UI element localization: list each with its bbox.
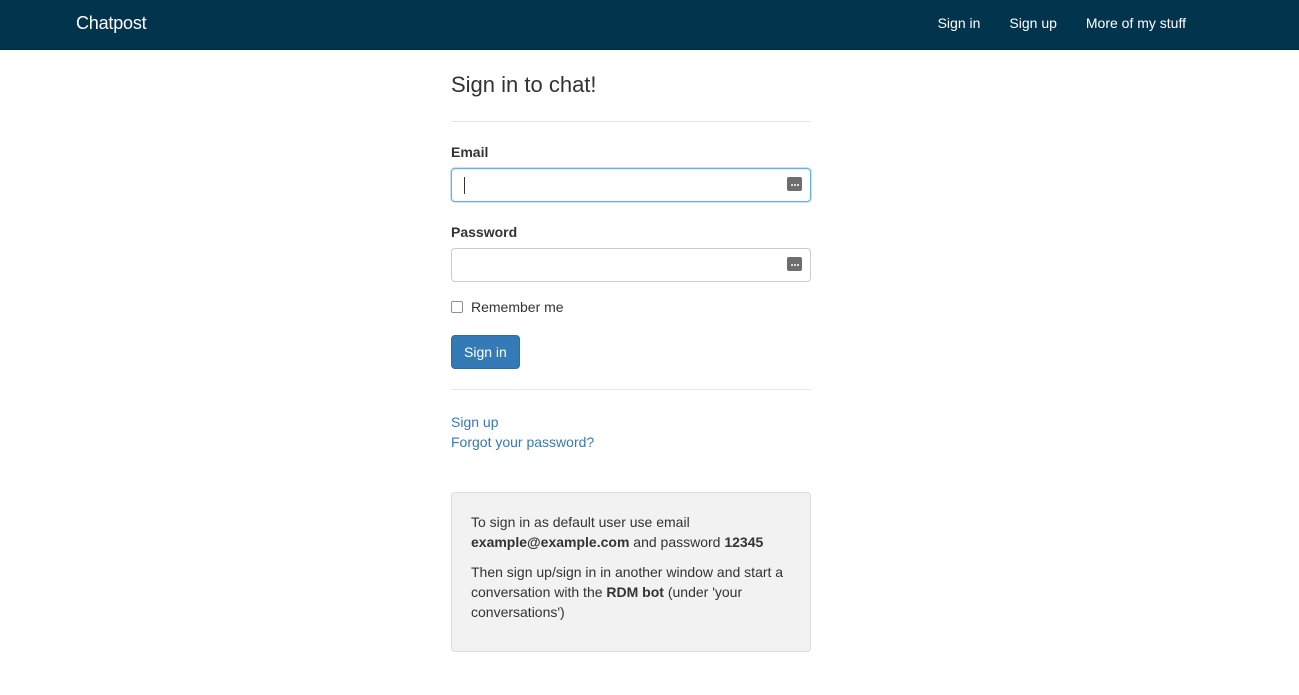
nav-links: Sign in Sign up More of my stuff bbox=[909, 15, 1186, 31]
remember-me-checkbox[interactable] bbox=[451, 301, 463, 313]
remember-me-row: Remember me bbox=[451, 299, 811, 315]
sign-in-panel: Sign in to chat! Email Password Remember… bbox=[451, 50, 811, 652]
brand-link[interactable]: Chatpost bbox=[76, 13, 147, 34]
password-field[interactable] bbox=[451, 248, 811, 282]
nav-sign-up-link[interactable]: Sign up bbox=[1009, 15, 1056, 31]
nav-more-stuff-link[interactable]: More of my stuff bbox=[1086, 15, 1186, 31]
password-manager-icon[interactable] bbox=[787, 177, 802, 191]
divider bbox=[451, 389, 811, 390]
default-credentials-text: To sign in as default user use email exa… bbox=[471, 514, 764, 550]
email-field-wrap bbox=[451, 168, 811, 202]
top-navbar: Chatpost Sign in Sign up More of my stuf… bbox=[0, 0, 1299, 50]
password-field-wrap bbox=[451, 248, 811, 282]
nav-sign-in-link[interactable]: Sign in bbox=[938, 15, 981, 31]
remember-me-label[interactable]: Remember me bbox=[471, 299, 564, 315]
password-manager-icon[interactable] bbox=[787, 257, 802, 271]
sign-in-button[interactable]: Sign in bbox=[451, 335, 520, 369]
forgot-password-link[interactable]: Forgot your password? bbox=[451, 432, 811, 452]
auth-links: Sign up Forgot your password? bbox=[451, 412, 811, 452]
text-caret bbox=[464, 177, 465, 194]
default-email: example@example.com bbox=[471, 534, 630, 550]
email-label: Email bbox=[451, 144, 489, 160]
page-title: Sign in to chat! bbox=[451, 72, 811, 122]
sign-up-link[interactable]: Sign up bbox=[451, 412, 811, 432]
default-user-info-box: To sign in as default user use email exa… bbox=[451, 492, 811, 652]
bot-instructions-text: Then sign up/sign in in another window a… bbox=[471, 564, 784, 620]
password-label: Password bbox=[451, 224, 518, 240]
bot-name: RDM bot bbox=[606, 584, 664, 600]
email-field[interactable] bbox=[451, 168, 811, 202]
default-password: 12345 bbox=[724, 534, 764, 550]
